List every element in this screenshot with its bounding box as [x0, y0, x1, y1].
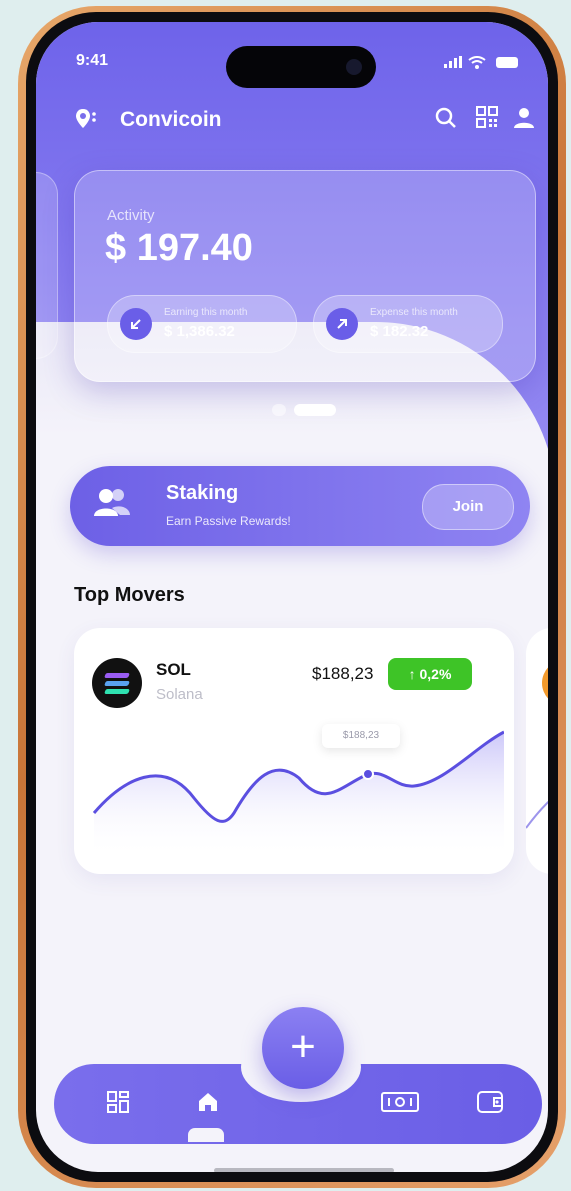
sparkline-area — [94, 732, 504, 858]
expense-label: Expense this month — [370, 307, 458, 318]
activity-card[interactable]: Activity $ 197.40 Earning this month $ 1… — [74, 170, 536, 382]
search-icon[interactable] — [434, 106, 458, 136]
camera-icon — [346, 59, 362, 75]
status-time: 9:41 — [76, 52, 109, 69]
top-movers-title: Top Movers — [74, 584, 185, 606]
mover-card-next[interactable]: ₿ — [526, 628, 548, 874]
user-icon[interactable] — [512, 106, 536, 136]
sparkline-marker — [362, 768, 374, 780]
dynamic-island — [226, 46, 376, 88]
staking-subtitle: Earn Passive Rewards! — [166, 514, 291, 528]
next-sparkline — [526, 800, 548, 829]
wifi-icon — [468, 55, 486, 69]
coin-symbol: SOL — [156, 660, 191, 679]
mover-card-sol[interactable]: SOL Solana $188,23 ↑ 0,2% $188,23 — [74, 628, 514, 874]
signal-icon — [444, 56, 463, 69]
home-indicator-bar[interactable] — [214, 1168, 394, 1172]
expense-value: $ 182.32 — [370, 323, 429, 340]
expense-pill[interactable]: Expense this month $ 182.32 — [313, 295, 503, 353]
active-tab-indicator — [188, 1128, 224, 1142]
app-title: Convicoin — [120, 108, 222, 131]
carousel-dot[interactable] — [272, 404, 286, 416]
banknote-icon[interactable] — [380, 1090, 420, 1121]
location-pin-icon — [74, 106, 100, 138]
bitcoin-icon: ₿ — [542, 660, 548, 706]
earning-value: $ 1,386.32 — [164, 323, 235, 340]
battery-icon — [496, 56, 518, 68]
coin-name: Solana — [156, 686, 203, 703]
activity-label: Activity — [107, 207, 155, 224]
change-badge: ↑ 0,2% — [388, 658, 472, 690]
staking-title: Staking — [166, 482, 239, 504]
price-sparkline — [92, 730, 504, 858]
coin-price: $188,23 — [312, 664, 374, 683]
phone-bezel: 9:41 Convicoin Activity $ 197.40 Earning… — [26, 12, 558, 1182]
previous-card[interactable] — [36, 172, 58, 359]
wallet-icon[interactable] — [476, 1090, 504, 1121]
earning-label: Earning this month — [164, 307, 248, 318]
arrow-down-left-icon — [120, 308, 152, 340]
staking-card[interactable]: Staking Earn Passive Rewards! Join — [70, 466, 530, 546]
home-icon[interactable] — [196, 1090, 220, 1121]
activity-value: $ 197.40 — [105, 227, 253, 269]
join-button[interactable]: Join — [422, 484, 514, 530]
users-icon — [92, 486, 132, 530]
earning-pill[interactable]: Earning this month $ 1,386.32 — [107, 295, 297, 353]
arrow-up-right-icon — [326, 308, 358, 340]
price-tooltip: $188,23 — [322, 724, 400, 748]
carousel-dot-active[interactable] — [294, 404, 336, 416]
dashboard-icon[interactable] — [106, 1090, 130, 1121]
status-icons — [444, 53, 518, 69]
solana-logo-icon — [92, 658, 142, 708]
add-button[interactable]: + — [262, 1007, 344, 1089]
qr-code-icon[interactable] — [476, 106, 498, 134]
app-screen: 9:41 Convicoin Activity $ 197.40 Earning… — [36, 22, 548, 1172]
phone-frame: 9:41 Convicoin Activity $ 197.40 Earning… — [18, 6, 566, 1188]
